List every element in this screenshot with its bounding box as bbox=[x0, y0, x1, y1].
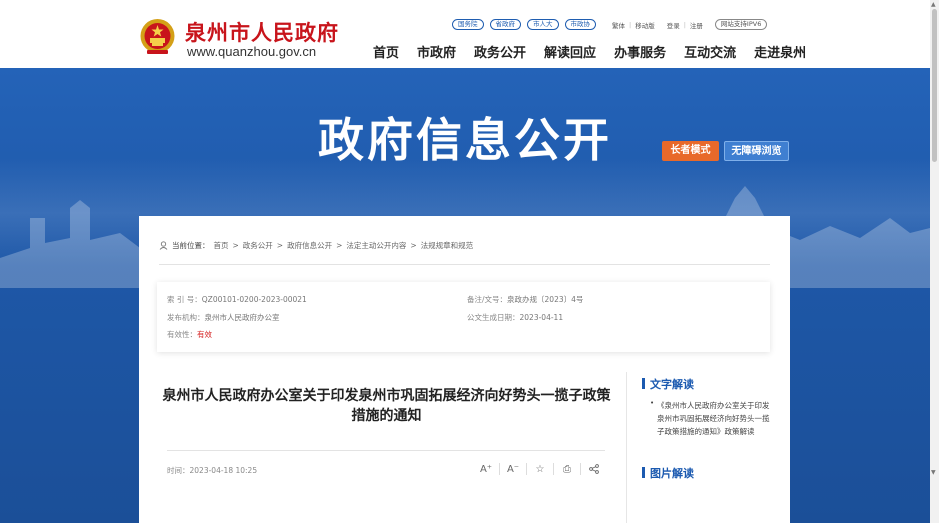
meta-index: 索 引 号：QZ00101-0200-2023-00021 bbox=[167, 294, 307, 305]
sidebar-divider bbox=[626, 372, 627, 523]
link-state-council[interactable]: 国务院 bbox=[452, 19, 484, 30]
meta-record-value: 泉政办规〔2023〕4号 bbox=[507, 295, 584, 304]
nav-gov-affairs[interactable]: 政务公开 bbox=[474, 42, 526, 61]
link-city-cppcc[interactable]: 市政协 bbox=[564, 19, 596, 30]
nav-city-gov[interactable]: 市政府 bbox=[417, 42, 456, 61]
meta-index-value: QZ00101-0200-2023-00021 bbox=[201, 295, 307, 304]
site-url[interactable]: www.quanzhou.gov.cn bbox=[187, 44, 316, 59]
top-links: 国务院 省政府 市人大 市政协 繁体 | 移动版 登录 | 注册 网站支持IPV… bbox=[452, 19, 773, 30]
site-header: 泉州市人民政府 www.quanzhou.gov.cn 国务院 省政府 市人大 … bbox=[0, 0, 930, 68]
meta-generated-label: 公文生成日期： bbox=[467, 313, 520, 322]
location-icon bbox=[159, 241, 168, 250]
breadcrumb-separator: > bbox=[276, 241, 284, 250]
nav-interpretation[interactable]: 解读回应 bbox=[544, 42, 596, 61]
tool-separator bbox=[526, 463, 527, 475]
tool-separator bbox=[580, 463, 581, 475]
nav-about-quanzhou[interactable]: 走进泉州 bbox=[754, 42, 806, 61]
accessible-browse-button[interactable]: 无障碍浏览 bbox=[724, 141, 789, 161]
util-separator: | bbox=[683, 20, 686, 29]
breadcrumb-separator: > bbox=[336, 241, 343, 250]
national-emblem-icon[interactable] bbox=[139, 17, 176, 57]
meta-publisher: 发布机构：泉州市人民政府办公室 bbox=[167, 312, 280, 323]
breadcrumb: 当前位置： 首页 > 政务公开 > 政府信息公开 > 法定主动公开内容 > 法规… bbox=[159, 240, 477, 251]
breadcrumb-gov-affairs[interactable]: 政务公开 bbox=[243, 240, 273, 251]
banner-title: 政府信息公开 bbox=[318, 113, 612, 167]
breadcrumb-separator: > bbox=[232, 241, 239, 250]
meta-validity: 有效性：有效 bbox=[167, 329, 212, 340]
divider bbox=[167, 450, 605, 451]
meta-generated-value: 2023-04-11 bbox=[519, 313, 564, 322]
meta-publisher-label: 发布机构： bbox=[167, 313, 205, 322]
list-bullet: • bbox=[650, 399, 655, 407]
breadcrumb-label: 当前位置： bbox=[172, 241, 210, 250]
nav-home[interactable]: 首页 bbox=[373, 42, 399, 61]
content-card: 当前位置： 首页 > 政务公开 > 政府信息公开 > 法定主动公开内容 > 法规… bbox=[139, 216, 790, 523]
nav-services[interactable]: 办事服务 bbox=[614, 42, 666, 61]
breadcrumb-home[interactable]: 首页 bbox=[214, 240, 229, 251]
tool-separator bbox=[499, 463, 500, 475]
meta-validity-label: 有效性： bbox=[167, 330, 197, 339]
font-increase-icon[interactable]: A⁺ bbox=[477, 462, 495, 476]
article-title: 泉州市人民政府办公室关于印发泉州市巩固拓展经济向好势头一揽子政策措施的通知 bbox=[162, 388, 611, 424]
share-icon[interactable] bbox=[585, 462, 603, 476]
publish-time-value: 2023-04-18 10:25 bbox=[189, 466, 258, 475]
traditional-chinese-link[interactable]: 繁体 bbox=[612, 20, 625, 30]
publish-time: 时间：2023-04-18 10:25 bbox=[167, 465, 257, 476]
breadcrumb-regulations[interactable]: 法规规章和规范 bbox=[421, 240, 474, 251]
scrollbar-thumb[interactable] bbox=[932, 9, 937, 162]
font-decrease-icon[interactable]: A⁻ bbox=[504, 462, 522, 476]
site-name[interactable]: 泉州市人民政府 bbox=[185, 17, 339, 47]
validity-status: 有效 bbox=[197, 330, 212, 339]
text-interpretation-heading[interactable]: 文字解读 bbox=[642, 376, 694, 392]
article-toolbar: A⁺ A⁻ ☆ ⎙ bbox=[477, 462, 603, 476]
print-icon[interactable]: ⎙ bbox=[558, 462, 576, 476]
ipv6-badge: 网站支持IPV6 bbox=[714, 19, 768, 30]
link-city-npc[interactable]: 市人大 bbox=[527, 19, 559, 30]
tool-separator bbox=[553, 463, 554, 475]
register-link[interactable]: 注册 bbox=[690, 20, 703, 30]
breadcrumb-separator: > bbox=[410, 241, 417, 250]
breadcrumb-statutory-content[interactable]: 法定主动公开内容 bbox=[346, 240, 406, 251]
nav-interaction[interactable]: 互动交流 bbox=[684, 42, 736, 61]
image-interpretation-heading[interactable]: 图片解读 bbox=[642, 465, 694, 481]
meta-record: 备注/文号：泉政办规〔2023〕4号 bbox=[467, 294, 583, 305]
main-nav: 首页 市政府 政务公开 解读回应 办事服务 互动交流 走进泉州 bbox=[373, 42, 806, 61]
publish-time-label: 时间： bbox=[167, 466, 190, 475]
divider bbox=[159, 264, 770, 265]
favorite-star-icon[interactable]: ☆ bbox=[531, 462, 549, 476]
document-meta-box: 索 引 号：QZ00101-0200-2023-00021 备注/文号：泉政办规… bbox=[157, 282, 770, 352]
util-separator: | bbox=[629, 20, 632, 29]
elder-mode-button[interactable]: 长者模式 bbox=[662, 141, 719, 161]
meta-publisher-value: 泉州市人民政府办公室 bbox=[204, 313, 280, 322]
text-interpretation-link[interactable]: 《泉州市人民政府办公室关于印发泉州市巩固拓展经济向好势头一揽子政策措施的通知》政… bbox=[657, 399, 771, 438]
meta-record-label: 备注/文号： bbox=[467, 295, 508, 304]
link-province-gov[interactable]: 省政府 bbox=[489, 19, 521, 30]
breadcrumb-info-disclosure[interactable]: 政府信息公开 bbox=[287, 240, 332, 251]
scroll-up-arrow-icon[interactable]: ▲ bbox=[931, 1, 936, 8]
scroll-down-arrow-icon[interactable]: ▼ bbox=[931, 469, 936, 476]
login-link[interactable]: 登录 bbox=[667, 20, 680, 30]
mobile-version-link[interactable]: 移动版 bbox=[635, 20, 655, 30]
meta-generated: 公文生成日期：2023-04-11 bbox=[467, 312, 563, 323]
meta-index-label: 索 引 号： bbox=[167, 295, 202, 304]
